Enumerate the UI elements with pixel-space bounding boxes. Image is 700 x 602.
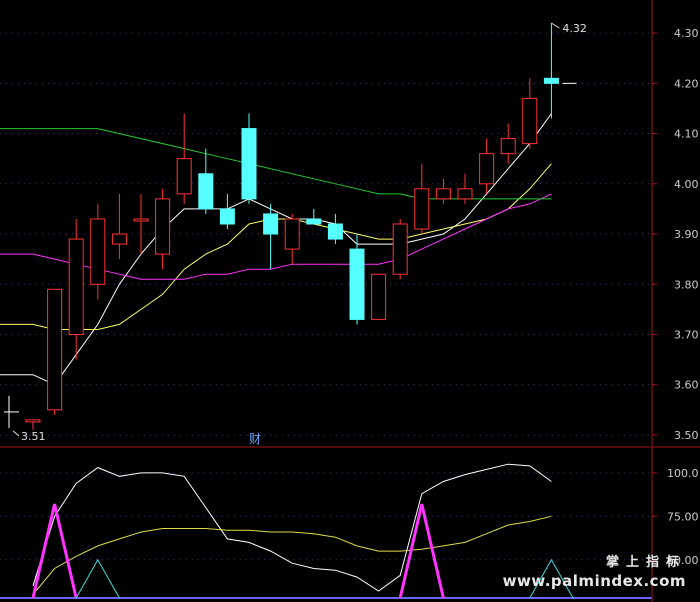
candle — [414, 163, 430, 235]
indicator-tick-label: 100.0 — [667, 467, 699, 480]
candle-body — [198, 173, 214, 210]
price-tick-label: 3.80 — [674, 278, 699, 291]
price-tick-label: 4.10 — [674, 128, 699, 141]
indicator-line-0 — [32, 463, 552, 592]
candle — [349, 234, 365, 325]
stock-chart: 4.30 4.20 4.10 4.00 3.90 3.80 3.70 3.60 3.50 100.… — [0, 0, 700, 602]
candle — [479, 138, 495, 194]
candle — [25, 419, 41, 430]
max-price-label: 4.32 — [562, 22, 587, 35]
candle-body — [176, 158, 192, 195]
candle — [133, 193, 149, 255]
candle-body — [111, 233, 127, 245]
candle-body — [68, 238, 84, 335]
indicator-tick-label: 50.00 — [667, 554, 699, 567]
candle — [392, 218, 408, 280]
candle-body — [155, 198, 171, 255]
indicator-tick-label: 75.00 — [667, 510, 699, 523]
candle-body — [500, 138, 516, 155]
candle — [263, 203, 279, 270]
price-tick-label: 4.00 — [674, 178, 699, 191]
candle — [241, 113, 257, 204]
candle — [284, 213, 300, 265]
candle-body — [457, 188, 473, 200]
candle — [47, 288, 63, 415]
candlestick-series — [25, 23, 559, 430]
price-tick-label: 3.70 — [674, 328, 699, 341]
candle-body — [25, 419, 41, 423]
candle-body — [479, 153, 495, 185]
candle-body — [435, 188, 451, 200]
price-tick-label: 3.60 — [674, 379, 699, 392]
candle — [543, 23, 559, 119]
candle-body — [306, 218, 322, 225]
candle-body — [522, 97, 538, 145]
candle-body — [414, 188, 430, 230]
indicator-spike-2 — [31, 503, 78, 599]
candle-body — [90, 218, 106, 285]
candle-body — [263, 213, 279, 235]
min-marker-pointer — [12, 430, 20, 437]
candle — [435, 178, 451, 204]
candle — [198, 148, 214, 214]
candle-body — [219, 208, 235, 225]
candle-body — [133, 218, 149, 222]
candle — [155, 188, 171, 270]
candle — [219, 193, 235, 230]
candle-body — [371, 273, 387, 320]
candle — [90, 203, 106, 300]
candle — [327, 213, 343, 245]
max-marker-pointer — [551, 22, 560, 29]
price-tick-label: 4.30 — [674, 27, 699, 40]
candle — [371, 273, 387, 320]
candle — [306, 208, 322, 225]
candle — [68, 218, 84, 360]
indicator-spike-3 — [75, 558, 120, 599]
candle-body — [241, 128, 257, 200]
candle-body — [349, 248, 365, 320]
price-tick-label: 3.50 — [674, 429, 699, 442]
price-tick-label: 4.20 — [674, 77, 699, 90]
candle-body — [543, 77, 559, 84]
price-tick-label: 3.90 — [674, 228, 699, 241]
price-panel-caption: 财 — [249, 432, 261, 446]
candle-body — [47, 288, 63, 411]
candle — [176, 113, 192, 204]
min-price-label: 3.51 — [21, 430, 46, 443]
candle — [111, 193, 127, 260]
indicator-spike-3 — [529, 558, 574, 599]
candle-body — [284, 218, 300, 250]
candle-body — [327, 223, 343, 240]
candle-body — [392, 223, 408, 275]
candle — [500, 123, 516, 164]
candle — [522, 78, 538, 149]
indicator-panel — [0, 463, 652, 599]
